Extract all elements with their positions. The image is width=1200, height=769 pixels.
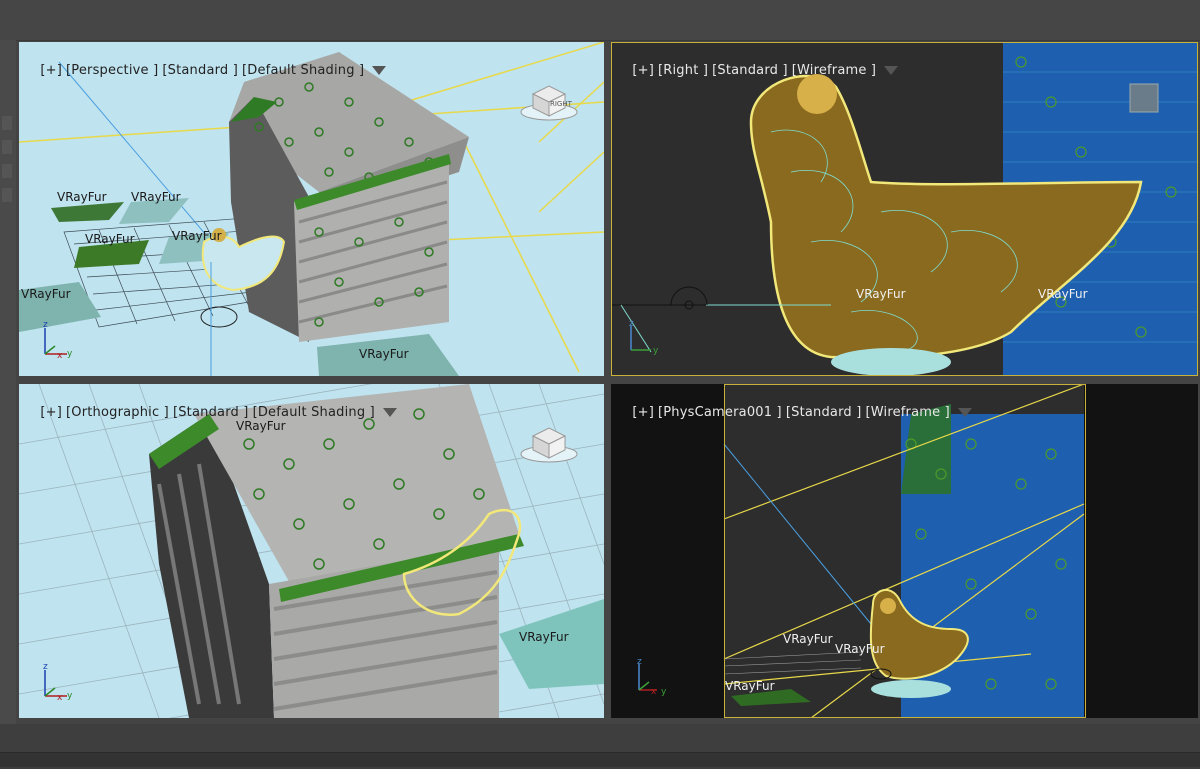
top-toolbar	[0, 0, 1200, 41]
strip-button[interactable]	[2, 116, 12, 130]
viewport-standard-menu[interactable]: [Standard ]	[712, 63, 788, 78]
axis-label-x: x	[57, 351, 63, 361]
axis-tripod-icon: z xy	[631, 656, 671, 696]
fur-label: VRayFur	[1038, 287, 1088, 301]
fur-label: VRayFur	[725, 679, 775, 693]
strip-button[interactable]	[2, 188, 12, 202]
fur-label: VRayFur	[21, 287, 71, 301]
viewport-plus-menu[interactable]: [+]	[632, 405, 654, 420]
filter-icon[interactable]	[957, 408, 972, 417]
viewport-plus-menu[interactable]: [+]	[40, 405, 62, 420]
viewport-point-of-view-menu[interactable]: [Orthographic ]	[66, 405, 169, 420]
viewcube-label: RIGHT	[550, 100, 573, 108]
viewport-camera[interactable]: [+] [PhysCamera001 ] [Standard ] [Wireframe…	[611, 384, 1198, 718]
timeline-track[interactable]	[0, 752, 1200, 767]
viewcube-icon[interactable]	[1126, 82, 1172, 122]
left-command-strip	[0, 40, 16, 730]
viewport-plus-menu[interactable]: [+]	[40, 63, 62, 78]
viewport-orthographic[interactable]: [+] [Orthographic ] [Standard ] [Default Sh…	[19, 384, 604, 718]
viewport-standard-menu[interactable]: [Standard ]	[162, 63, 238, 78]
viewport-point-of-view-menu[interactable]: [PhysCamera001 ]	[658, 405, 782, 420]
strip-button[interactable]	[2, 140, 12, 154]
viewport-right[interactable]: [+] [Right ] [Standard ] [Wireframe ] VRayF…	[611, 42, 1198, 376]
axis-label-y: y	[67, 349, 73, 359]
fur-label: VRayFur	[236, 419, 286, 433]
axis-label-z: z	[43, 322, 48, 330]
fur-label: VRayFur	[172, 229, 222, 243]
fur-label: VRayFur	[57, 190, 107, 204]
viewport-standard-menu[interactable]: [Standard ]	[173, 405, 249, 420]
viewport-shading-menu[interactable]: [Wireframe ]	[792, 63, 876, 78]
filter-icon[interactable]	[382, 408, 397, 417]
fur-label: VRayFur	[835, 642, 885, 656]
filter-icon[interactable]	[372, 66, 387, 75]
axis-tripod-icon: z xy	[39, 664, 79, 704]
viewport-plus-menu[interactable]: [+]	[632, 63, 654, 78]
axis-tripod-icon: zy	[623, 320, 663, 360]
viewport-standard-menu[interactable]: [Standard ]	[786, 405, 862, 420]
filter-icon[interactable]	[884, 66, 899, 75]
viewport-point-of-view-menu[interactable]: [Perspective ]	[66, 63, 158, 78]
viewport-shading-menu[interactable]: [Default Shading ]	[242, 63, 364, 78]
viewport-point-of-view-menu[interactable]: [Right ]	[658, 63, 708, 78]
bottom-status-bar	[0, 724, 1200, 769]
viewport-label[interactable]: [+] [Orthographic ] [Standard ] [Default Sh…	[23, 390, 397, 435]
viewcube-icon[interactable]: RIGHT	[519, 82, 578, 122]
viewport-label[interactable]: [+] [Perspective ] [Standard ] [Default Sha…	[23, 48, 387, 93]
axis-label-x: x	[651, 687, 657, 696]
fur-label: VRayFur	[85, 232, 135, 246]
axis-tripod-icon: z xy	[39, 322, 79, 362]
axis-label-z: z	[43, 664, 48, 672]
axis-label-y: y	[67, 691, 73, 701]
viewcube-icon[interactable]	[519, 424, 578, 464]
fur-label: VRayFur	[359, 347, 409, 361]
viewport-label[interactable]: [+] [Right ] [Standard ] [Wireframe ]	[615, 48, 899, 93]
viewport-shading-menu[interactable]: [Default Shading ]	[253, 405, 375, 420]
axis-label-z: z	[629, 320, 634, 329]
axis-label-y: y	[661, 687, 667, 696]
fur-label: VRayFur	[856, 287, 906, 301]
viewport-shading-menu[interactable]: [Wireframe ]	[865, 405, 949, 420]
fur-label: VRayFur	[519, 630, 569, 644]
axis-label-x: x	[57, 693, 63, 703]
viewport-label[interactable]: [+] [PhysCamera001 ] [Standard ] [Wireframe…	[615, 390, 972, 435]
axis-label-y: y	[653, 346, 659, 356]
strip-button[interactable]	[2, 164, 12, 178]
fur-label: VRayFur	[783, 632, 833, 646]
axis-label-z: z	[637, 657, 642, 667]
fur-label: VRayFur	[131, 190, 181, 204]
viewport-perspective[interactable]: [+] [Perspective ] [Standard ] [Default Sha…	[19, 42, 604, 376]
